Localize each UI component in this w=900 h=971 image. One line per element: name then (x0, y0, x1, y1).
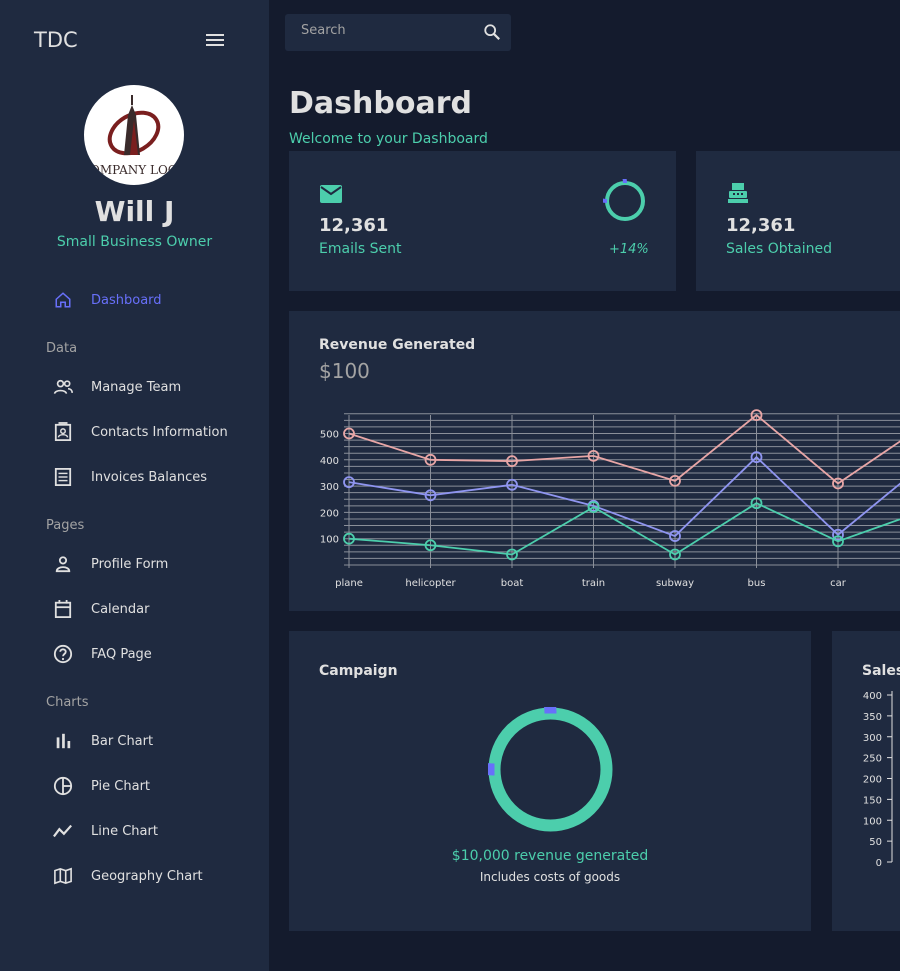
campaign-progress-circle (488, 707, 613, 832)
sidebar-item-pie-chart[interactable]: Pie Chart (0, 768, 269, 804)
y-tick-label: 400 (320, 456, 339, 467)
sidebar-item-label: Invoices Balances (91, 469, 208, 485)
y-tick-label: 400 (863, 691, 882, 702)
sidebar-item-label: Dashboard (91, 292, 162, 308)
revenue-line-chart: 100 200 300 400 500 plane helicopter boat train s… (320, 409, 900, 589)
section-title-charts: Charts (46, 695, 89, 710)
progress-circle (603, 179, 645, 221)
y-tick-label: 150 (863, 795, 882, 806)
y-tick-label: 250 (863, 754, 882, 765)
email-icon (319, 184, 343, 208)
series-line (348, 502, 900, 556)
contacts-icon (53, 422, 73, 442)
y-tick-label: 500 (320, 430, 339, 441)
y-tick-label: 0 (876, 858, 882, 869)
map-icon (53, 866, 73, 886)
stat-increase: +14% (609, 242, 649, 257)
stat-label: Sales Obtained (726, 241, 832, 257)
sidebar-item-label: Pie Chart (91, 778, 151, 794)
page-title: Dashboard (289, 86, 472, 121)
section-title-pages: Pages (46, 518, 85, 533)
sidebar-item-geography-chart[interactable]: Geography Chart (0, 858, 269, 894)
sidebar-item-faq[interactable]: FAQ Page (0, 636, 269, 672)
sidebar-item-label: FAQ Page (91, 646, 152, 662)
stat-card-emails: 12,361 Emails Sent +14% (289, 151, 676, 291)
stat-card-sales: 12,361 Sales Obtained (696, 151, 900, 291)
stat-label: Emails Sent (319, 241, 402, 257)
campaign-note: Includes costs of goods (479, 870, 621, 884)
home-icon (53, 290, 73, 310)
x-tick-label: plane (335, 578, 363, 589)
revenue-card: Revenue Generated $100 100 200 300 400 500 pl… (289, 311, 900, 611)
stat-value: 12,361 (319, 215, 389, 236)
sidebar-item-label: Profile Form (91, 556, 169, 572)
search-icon[interactable] (483, 23, 501, 45)
campaign-revenue-text: $10,000 revenue generated (451, 848, 649, 864)
sidebar-item-profile-form[interactable]: Profile Form (0, 546, 269, 582)
line-chart-icon (53, 821, 73, 841)
y-tick-label: 100 (863, 816, 882, 827)
people-icon (53, 377, 73, 397)
company-logo-text: COMPANY LOGO (84, 163, 184, 177)
receipt-icon (53, 467, 73, 487)
point-of-sale-icon (726, 181, 750, 209)
sidebar-item-label: Line Chart (91, 823, 158, 839)
x-tick-label: subway (656, 578, 694, 589)
x-tick-label: bus (748, 578, 766, 589)
y-tick-label: 350 (863, 712, 882, 723)
sidebar-item-label: Calendar (91, 601, 150, 617)
pie-chart-icon (53, 776, 73, 796)
calendar-icon (53, 599, 73, 619)
brand-title: TDC (34, 28, 78, 52)
x-tick-label: boat (501, 578, 524, 589)
bar-chart-icon (53, 731, 73, 751)
person-icon (53, 554, 73, 574)
sidebar-item-invoices[interactable]: Invoices Balances (0, 459, 269, 495)
y-tick-label: 300 (863, 733, 882, 744)
y-tick-label: 200 (863, 775, 882, 786)
sidebar: TDC COMPANY LOGO Will J Small Business O… (0, 0, 269, 971)
sales-card: Sales 0 50 100 150 200 250 300 350 400 (832, 631, 900, 931)
x-tick-label: train (582, 578, 605, 589)
sidebar-item-dashboard[interactable]: Dashboard (0, 282, 269, 318)
sidebar-item-line-chart[interactable]: Line Chart (0, 813, 269, 849)
campaign-card: Campaign $10,000 revenue generated Inclu… (289, 631, 811, 931)
y-tick-label: 50 (869, 837, 882, 848)
section-title-data: Data (46, 341, 78, 356)
user-role: Small Business Owner (56, 234, 213, 250)
sidebar-item-bar-chart[interactable]: Bar Chart (0, 723, 269, 759)
campaign-title: Campaign (319, 663, 398, 679)
x-tick-label: car (830, 578, 847, 589)
search-input[interactable] (301, 23, 471, 38)
sidebar-item-label: Geography Chart (91, 868, 203, 884)
sidebar-item-label: Contacts Information (91, 424, 228, 440)
y-tick-label: 200 (320, 508, 339, 519)
sidebar-item-manage-team[interactable]: Manage Team (0, 369, 269, 405)
sidebar-item-calendar[interactable]: Calendar (0, 591, 269, 627)
sidebar-item-label: Manage Team (91, 379, 182, 395)
sales-bar-chart: 0 50 100 150 200 250 300 350 400 (863, 691, 893, 869)
y-tick-label: 100 (320, 535, 339, 546)
stat-value: 12,361 (726, 215, 796, 236)
help-circle-icon (53, 644, 73, 664)
avatar: COMPANY LOGO (84, 85, 184, 185)
sidebar-item-contacts[interactable]: Contacts Information (0, 414, 269, 450)
x-tick-label: helicopter (405, 578, 456, 589)
user-name: Will J (94, 195, 175, 228)
sidebar-item-label: Bar Chart (91, 733, 154, 749)
y-tick-label: 300 (320, 482, 339, 493)
page-subtitle: Welcome to your Dashboard (289, 131, 488, 147)
search-bar (285, 14, 511, 51)
menu-toggle-icon[interactable] (206, 34, 224, 48)
